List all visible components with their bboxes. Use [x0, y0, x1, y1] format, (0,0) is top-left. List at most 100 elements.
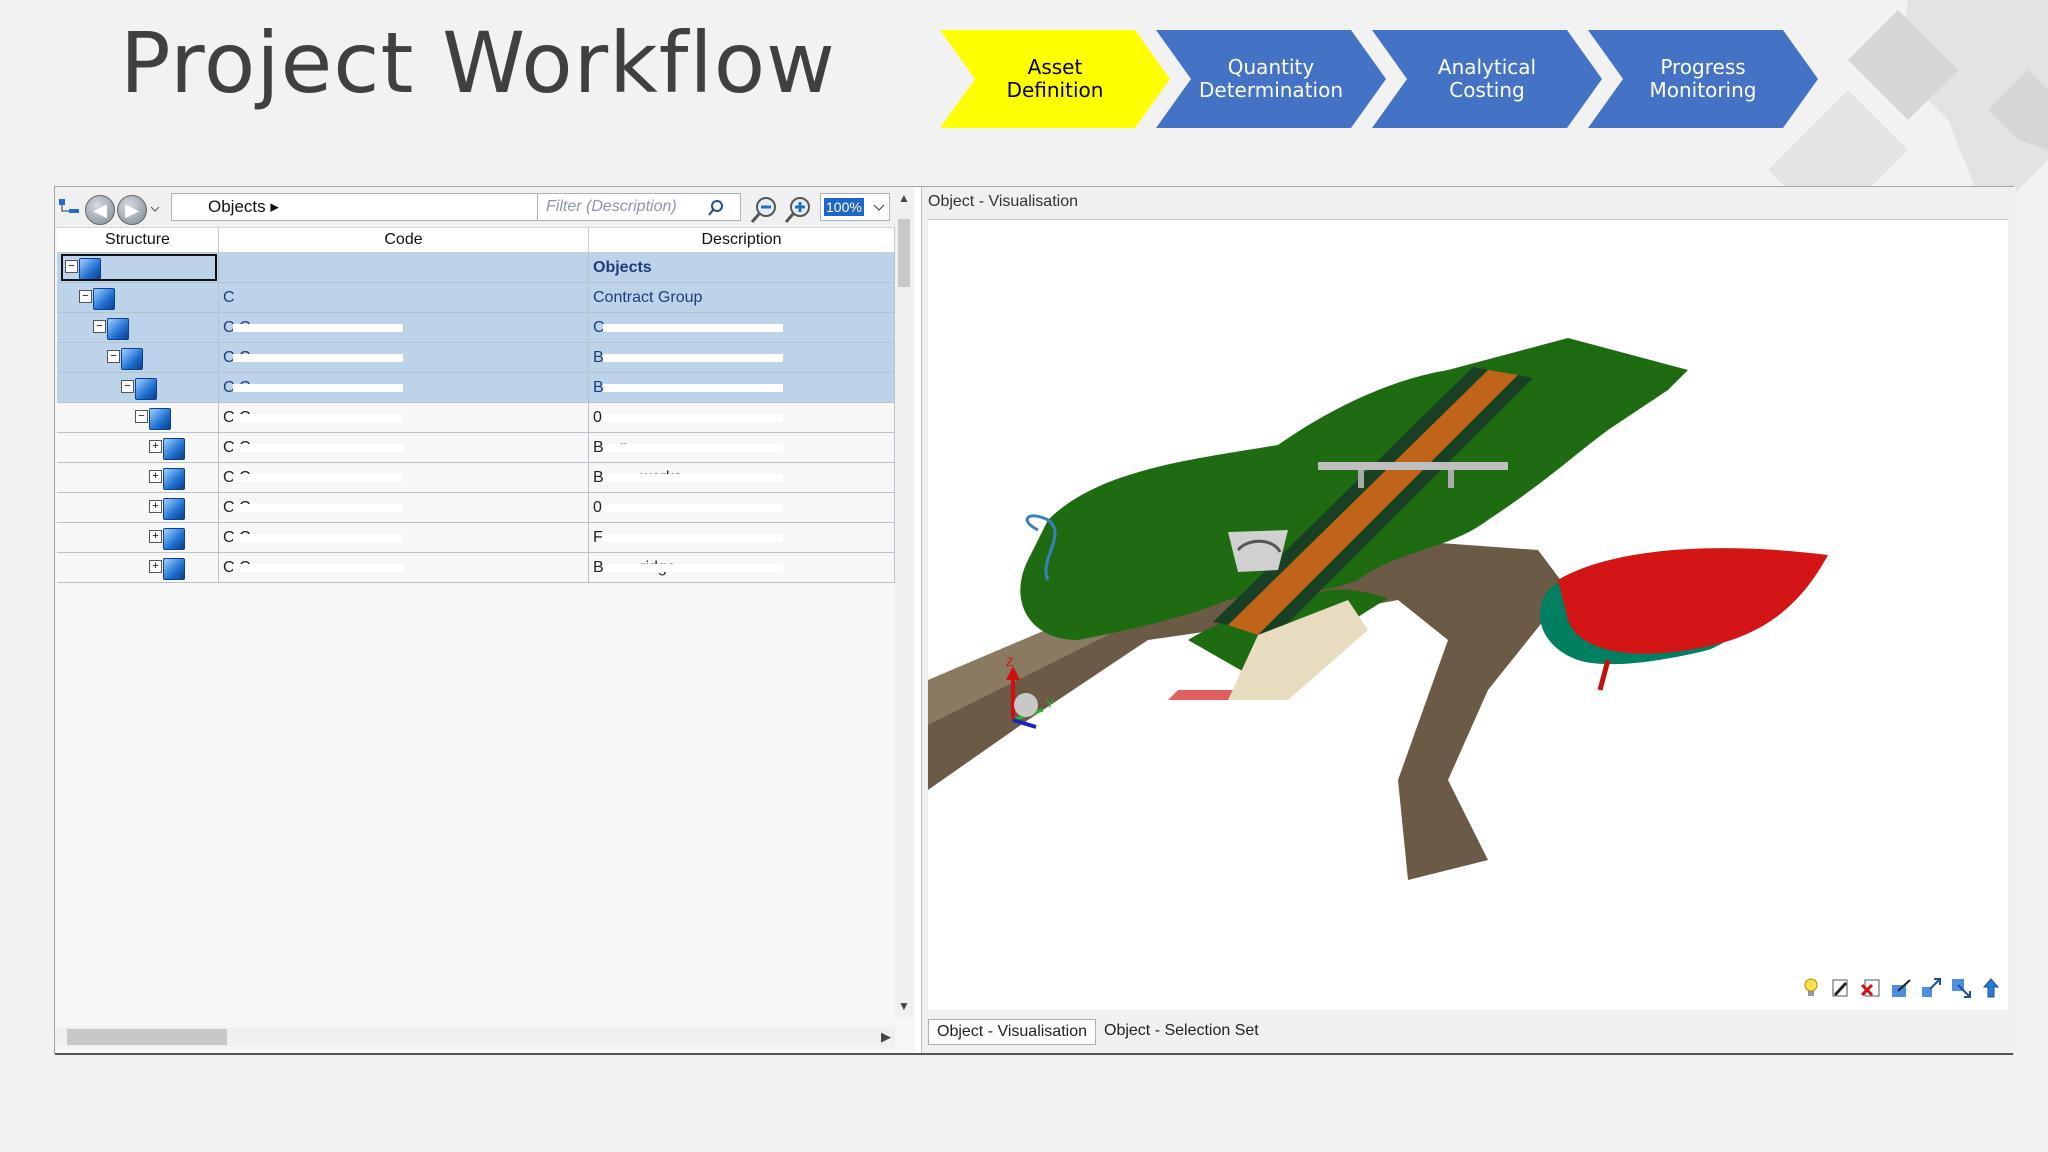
application-window: ◀ ▶ Objects ▸ Filter (Description) 100% …	[54, 186, 2016, 1055]
collapse-icon[interactable]: −	[79, 290, 92, 303]
structure-cell: −	[57, 373, 219, 402]
column-header-description[interactable]: Description	[589, 228, 895, 252]
zoom-out-icon[interactable]	[749, 195, 779, 225]
scroll-down-icon[interactable]: ▼	[898, 999, 910, 1013]
selection-box	[61, 254, 217, 281]
expand-view-icon[interactable]	[1920, 977, 1942, 999]
chevron-down-icon	[873, 204, 885, 211]
redaction-bar	[603, 534, 783, 542]
table-row[interactable]: + C.C…B… …ridge	[57, 553, 895, 583]
structure-cell: +	[57, 463, 219, 492]
expand-icon[interactable]: +	[149, 530, 162, 543]
redaction-bar	[233, 564, 403, 572]
object-cube-icon	[163, 528, 185, 550]
redaction-bar	[603, 384, 783, 392]
description-cell: Contract Group	[589, 283, 895, 312]
expand-icon[interactable]: +	[149, 500, 162, 513]
description-cell: F…	[589, 523, 895, 552]
column-header-code[interactable]: Code	[219, 228, 589, 252]
select-object-icon[interactable]	[1890, 977, 1912, 999]
expand-icon[interactable]: +	[149, 560, 162, 573]
code-cell	[219, 253, 589, 282]
chevron-down-icon[interactable]	[149, 195, 161, 221]
redaction-bar	[233, 384, 403, 392]
object-tree-rows: −Objects−CContract Group−C.C…C…−C.C…B…−C…	[57, 253, 895, 583]
object-cube-icon	[163, 438, 185, 460]
horizontal-scrollbar[interactable]: ▶	[55, 1027, 895, 1047]
upload-view-icon[interactable]	[1980, 977, 2002, 999]
collapse-icon[interactable]: −	[135, 410, 148, 423]
breadcrumb-arrow-icon[interactable]: ▸	[270, 197, 279, 216]
visualisation-title: Object - Visualisation	[928, 193, 1078, 210]
collapse-icon[interactable]: −	[107, 350, 120, 363]
structure-cell: −	[57, 253, 219, 282]
table-row[interactable]: − C.C…0…	[57, 403, 895, 433]
back-icon[interactable]: ◀	[85, 195, 115, 225]
code-cell: C	[219, 283, 589, 312]
table-row[interactable]: − Objects	[57, 253, 895, 283]
structure-cell: +	[57, 523, 219, 552]
description-cell: B…n	[589, 433, 895, 462]
structure-cell: −	[57, 283, 219, 312]
light-icon[interactable]	[1800, 977, 1822, 999]
table-row[interactable]: − C.C…B…	[57, 343, 895, 373]
breadcrumb-label: Objects	[208, 197, 266, 216]
table-row[interactable]: − C Contract Group	[57, 283, 895, 313]
viewer-toolbar	[1800, 977, 2002, 999]
tab-selection-set[interactable]: Object - Selection Set	[1096, 1019, 1267, 1045]
redaction-bar	[603, 444, 783, 452]
search-icon[interactable]	[707, 199, 725, 217]
code-cell: C.C…	[219, 313, 589, 342]
forward-icon[interactable]: ▶	[117, 195, 147, 225]
collapse-icon[interactable]: −	[121, 380, 134, 393]
scroll-right-icon[interactable]: ▶	[881, 1029, 891, 1045]
description-cell: C…	[589, 313, 895, 342]
vertical-scrollbar[interactable]: ▲ ▼	[895, 187, 913, 1017]
expand-icon[interactable]: +	[149, 440, 162, 453]
redaction-bar	[233, 534, 403, 542]
edit-object-icon[interactable]	[1830, 977, 1852, 999]
vertical-scroll-thumb[interactable]	[898, 219, 910, 287]
description-cell: Objects	[589, 253, 895, 282]
step-label: Progress Monitoring	[1649, 55, 1757, 102]
object-cube-icon	[93, 288, 115, 310]
column-header-structure[interactable]: Structure	[57, 228, 219, 252]
table-row[interactable]: − C.C…C…	[57, 313, 895, 343]
table-row[interactable]: + C.C…0…	[57, 493, 895, 523]
move-view-icon[interactable]	[1950, 977, 1972, 999]
collapse-icon[interactable]: −	[93, 320, 106, 333]
structure-cell: −	[57, 403, 219, 432]
code-cell: C.C…	[219, 463, 589, 492]
redaction-bar	[603, 474, 783, 482]
structure-cell: +	[57, 493, 219, 522]
3d-viewport[interactable]: Z Y	[928, 219, 2008, 1010]
horizontal-scroll-thumb[interactable]	[67, 1029, 227, 1045]
tree-view-icon[interactable]	[57, 195, 83, 221]
tab-visualisation[interactable]: Object - Visualisation	[928, 1019, 1096, 1045]
description-cell: B…	[589, 343, 895, 372]
step-label: Asset Definition	[1006, 55, 1104, 102]
breadcrumb[interactable]: Objects ▸	[171, 193, 581, 221]
code-cell: C.C…	[219, 373, 589, 402]
table-row[interactable]: + C.C…B…n	[57, 433, 895, 463]
redaction-bar	[603, 504, 783, 512]
description-cell: 0…	[589, 493, 895, 522]
scroll-up-icon[interactable]: ▲	[898, 191, 910, 205]
description-cell: 0…	[589, 403, 895, 432]
viewer-tabs: Object - Visualisation Object - Selectio…	[928, 1019, 1267, 1045]
zoom-in-icon[interactable]	[783, 195, 813, 225]
zoom-select[interactable]: 100%	[820, 193, 890, 221]
redaction-bar	[603, 324, 783, 332]
redaction-bar	[233, 324, 403, 332]
table-row[interactable]: + C.C…F…	[57, 523, 895, 553]
expand-icon[interactable]: +	[149, 470, 162, 483]
step-quantity-determination: Quantity Determination	[1156, 30, 1386, 128]
delete-object-icon[interactable]	[1860, 977, 1882, 999]
visualisation-pane: Object - Visualisation Z Y Object - Visu…	[921, 187, 2016, 1053]
redaction-bar	[233, 354, 403, 362]
table-row[interactable]: − C.C…B…	[57, 373, 895, 403]
3d-model-render[interactable]: Z Y	[928, 220, 2008, 1010]
table-row[interactable]: + C.C…B… …works	[57, 463, 895, 493]
object-cube-icon	[135, 378, 157, 400]
redaction-bar	[233, 414, 403, 422]
